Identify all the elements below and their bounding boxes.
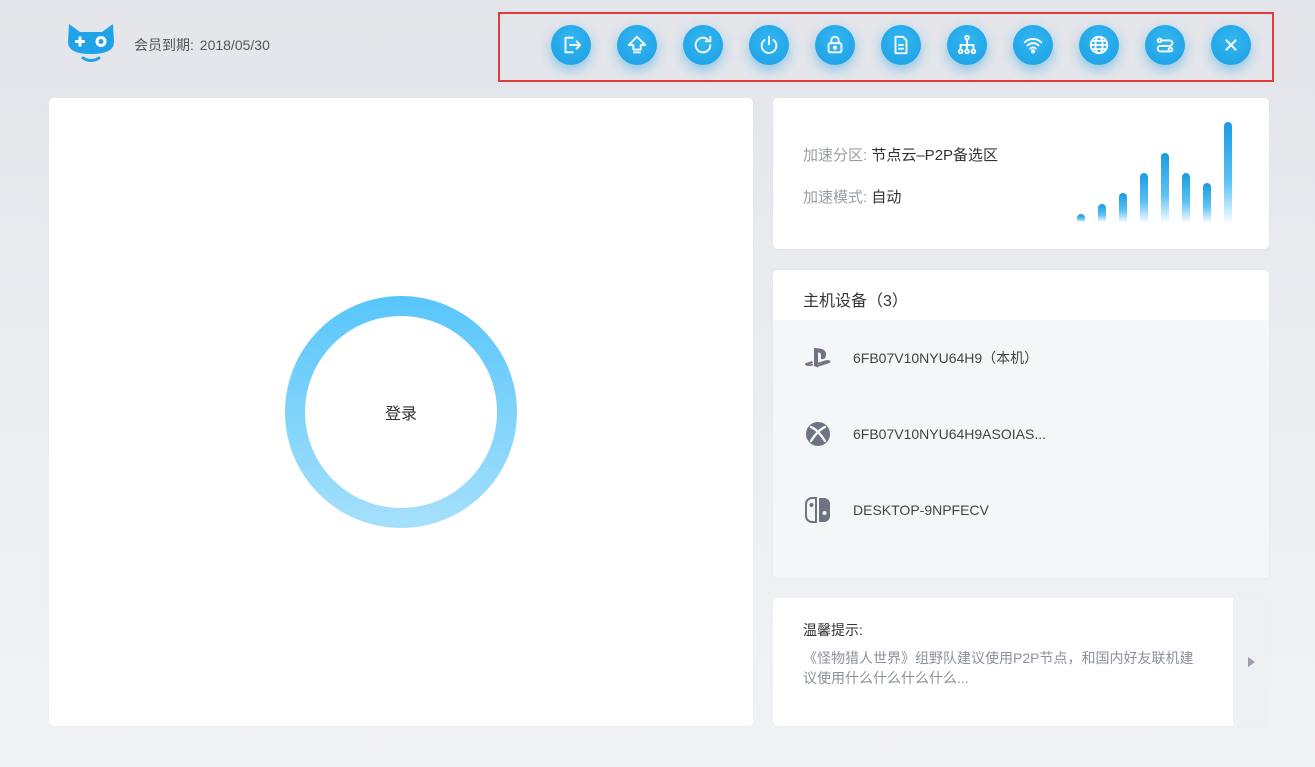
membership-expiry: 会员到期: 2018/05/30 <box>134 35 272 55</box>
wifi-icon <box>1023 38 1043 54</box>
refresh-icon <box>694 35 712 54</box>
refresh-button[interactable] <box>683 25 723 65</box>
xbox-icon <box>803 419 833 449</box>
device-name: 6FB07V10NYU64H9（本机） <box>853 350 1039 366</box>
tips-next-button[interactable] <box>1233 598 1269 726</box>
lock-icon <box>827 35 843 54</box>
power-button[interactable] <box>749 25 789 65</box>
signal-bar <box>1182 173 1190 222</box>
signal-bar <box>1119 193 1127 222</box>
gamepad-cat-logo-icon <box>68 24 114 62</box>
route-icon <box>1156 37 1174 53</box>
acceleration-zone-row: 加速分区: 节点云–P2P备选区 <box>803 144 998 165</box>
acceleration-mode-value: 自动 <box>871 189 902 206</box>
device-list: 6FB07V10NYU64H9（本机） 6FB07V10NYU64H9ASOIA… <box>773 320 1269 578</box>
signal-bar <box>1140 173 1148 222</box>
route-button[interactable] <box>1145 25 1185 65</box>
acceleration-zone-value: 节点云–P2P备选区 <box>871 147 999 164</box>
logout-icon <box>564 36 582 54</box>
signal-bar <box>1224 122 1232 222</box>
expiry-label: 会员到期: <box>134 37 194 53</box>
device-name: 6FB07V10NYU64H9ASOIAS... <box>853 426 1046 442</box>
acceleration-mode-label: 加速模式: <box>803 189 868 206</box>
signal-bar <box>1077 214 1085 222</box>
top-toolbar <box>498 12 1274 82</box>
main-panel: 登录 <box>49 98 753 726</box>
globe-icon <box>1089 35 1109 55</box>
acceleration-zone-label: 加速分区: <box>803 147 868 164</box>
app-logo <box>66 20 116 64</box>
device-item-xbox[interactable]: 6FB07V10NYU64H9ASOIAS... <box>773 414 1269 454</box>
tips-title: 温馨提示: <box>803 622 863 638</box>
wifi-button[interactable] <box>1013 25 1053 65</box>
close-button[interactable] <box>1211 25 1251 65</box>
device-item-switch[interactable]: DESKTOP-9NPFECV <box>773 490 1269 530</box>
globe-button[interactable] <box>1079 25 1119 65</box>
signal-bar <box>1098 204 1106 222</box>
host-devices-panel: 主机设备（3） 6FB07V10NYU64H9（本机） 6FB07V10NYU6… <box>773 270 1269 578</box>
logout-button[interactable] <box>551 25 591 65</box>
document-button[interactable] <box>881 25 921 65</box>
lock-button[interactable] <box>815 25 855 65</box>
close-icon <box>1225 39 1237 51</box>
signal-bar <box>1161 153 1169 222</box>
tips-text: 《怪物猎人世界》组野队建议使用P2P节点，和国内好友联机建议使用什么什么什么什么… <box>803 650 1194 686</box>
login-ring-button[interactable]: 登录 <box>285 296 517 528</box>
acceleration-panel: 加速分区: 节点云–P2P备选区 加速模式: 自动 <box>773 98 1269 249</box>
login-ring-center: 登录 <box>305 316 497 508</box>
tips-panel: 温馨提示: 《怪物猎人世界》组野队建议使用P2P节点，和国内好友联机建议使用什么… <box>773 598 1269 726</box>
upload-arrow-icon <box>627 35 647 54</box>
expiry-date: 2018/05/30 <box>199 37 270 53</box>
network-tree-icon <box>957 34 977 55</box>
upload-button[interactable] <box>617 25 657 65</box>
nintendo-switch-icon <box>803 495 833 525</box>
signal-bar <box>1203 183 1211 222</box>
login-label: 登录 <box>384 406 417 423</box>
document-icon <box>894 35 908 55</box>
play-arrow-icon <box>1247 657 1255 667</box>
network-button[interactable] <box>947 25 987 65</box>
device-name: DESKTOP-9NPFECV <box>853 502 989 518</box>
signal-strength-bars <box>1077 120 1237 222</box>
playstation-icon <box>803 343 833 373</box>
device-item-playstation[interactable]: 6FB07V10NYU64H9（本机） <box>773 338 1269 378</box>
power-icon <box>760 35 778 54</box>
host-devices-title: 主机设备（3） <box>803 293 908 310</box>
acceleration-mode-row: 加速模式: 自动 <box>803 186 901 207</box>
